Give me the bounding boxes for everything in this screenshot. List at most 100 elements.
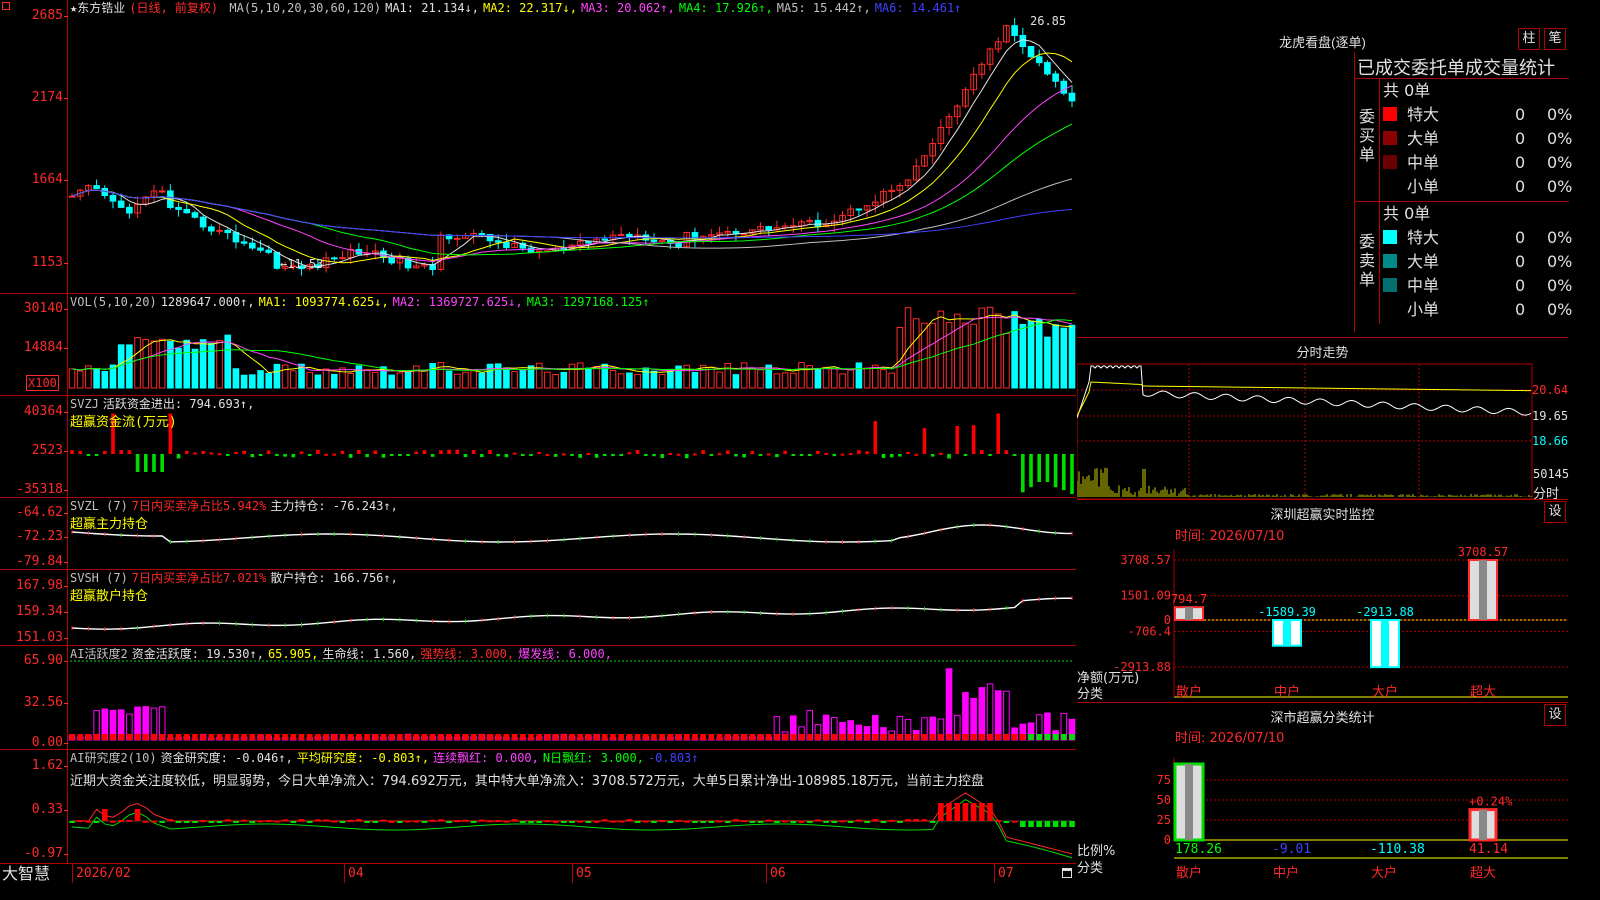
fenshi-panel[interactable]: 分时走势 20.64 19.65 18.66 50145 分时 xyxy=(1077,338,1569,502)
tick-mode-button[interactable]: 笔 xyxy=(1544,28,1566,50)
flow-bar xyxy=(594,454,599,458)
flow-bar xyxy=(832,454,837,457)
bar-mode-button[interactable]: 柱 xyxy=(1518,28,1540,50)
flow-bar xyxy=(807,454,812,456)
svzj-panel[interactable]: 40364 2523 -35318 SVZJ 活跃资金进出: 794.693↑, … xyxy=(0,396,1076,498)
kline-panel[interactable]: 2685 2174 1664 1153 ★东方锆业 (日线, 前复权) MA(5,… xyxy=(0,0,1076,294)
longhu-row: 特大 0 0% xyxy=(1383,103,1572,127)
legend-item: MA5: 15.442↑, xyxy=(776,1,871,15)
flow-bar xyxy=(824,452,828,455)
classify-value: 41.14 xyxy=(1469,842,1508,857)
candle xyxy=(1068,92,1076,102)
life-bar xyxy=(651,734,657,740)
research-bar xyxy=(757,821,764,823)
volume-bar xyxy=(347,372,354,389)
legend-item: 平均研究度: -0.803↑, xyxy=(296,751,430,765)
legend-item: MA2: 1369727.625↓, xyxy=(392,295,523,309)
life-bar xyxy=(151,734,157,740)
volume-bar xyxy=(962,322,969,389)
volume-bar xyxy=(978,307,986,389)
flow-bar xyxy=(1070,454,1074,495)
life-bar xyxy=(290,734,297,740)
classify-extra-label: +0.24% xyxy=(1469,795,1513,809)
candle xyxy=(1044,62,1051,75)
volume-bar xyxy=(290,370,297,389)
life-bar xyxy=(101,734,108,740)
candle xyxy=(249,242,256,249)
fenshi-tick: 20.64 xyxy=(1532,383,1569,397)
life-bar xyxy=(667,734,674,740)
lock-icon[interactable] xyxy=(1062,868,1072,878)
legend-item: SVZJ xyxy=(70,397,99,411)
flow-bar xyxy=(480,454,484,458)
flow-bar xyxy=(488,450,492,454)
research-bar xyxy=(364,821,370,823)
research-bar xyxy=(331,820,338,823)
row-label: 中单 xyxy=(1407,153,1440,172)
life-bar xyxy=(954,734,961,740)
life-bar xyxy=(380,734,387,740)
flow-bar xyxy=(275,454,279,456)
research-bar xyxy=(298,819,305,822)
volume-bar xyxy=(257,370,264,389)
flow-bar xyxy=(627,452,632,455)
fenshi-tick: 18.66 xyxy=(1532,434,1569,448)
monitor-category: 中户 xyxy=(1274,684,1300,700)
monitor-category: 散户 xyxy=(1176,684,1202,700)
row-value: 0 xyxy=(1515,300,1526,319)
color-swatch xyxy=(1383,302,1397,316)
legend-item: AI研究度2(10) xyxy=(70,751,157,765)
life-bar xyxy=(503,734,510,740)
volume-bar xyxy=(126,344,133,389)
ai-activity-panel[interactable]: 65.90 32.56 0.00 AI活跃度2 资金活跃度: 19.530↑, 65… xyxy=(0,646,1076,750)
research-bar xyxy=(142,820,149,823)
low-price-label: ←11.53 xyxy=(280,257,324,271)
life-bar xyxy=(224,734,231,740)
volume-bar xyxy=(1019,323,1027,389)
life-bar xyxy=(438,734,444,740)
research-bar xyxy=(962,803,969,821)
volume-bar xyxy=(1068,324,1076,389)
volume-bar xyxy=(478,372,486,389)
ai-research-panel[interactable]: 1.62 0.33 -0.97 AI研究度2(10) 资金研究度: -0.046↑… xyxy=(0,750,1076,863)
legend-item: MA6: 14.461↑ xyxy=(874,1,962,15)
flow-bar xyxy=(643,454,648,456)
row-pct: 0% xyxy=(1547,177,1573,196)
buy-section: 委买单 共 0单 特大 0 0% 大单 0 0% 中单 0 0% 小单 0 0% xyxy=(1355,79,1573,202)
research-bar xyxy=(847,821,854,823)
life-bar xyxy=(610,734,616,740)
svzl-panel[interactable]: -64.62 -72.23 -79.84 SVZL (7) 7日内买卖净占比5.9… xyxy=(0,498,1076,570)
flow-bar xyxy=(545,453,550,456)
life-bar xyxy=(429,734,436,740)
candle xyxy=(1060,80,1068,94)
life-bar xyxy=(265,734,272,740)
research-bar xyxy=(815,819,821,822)
legend-item: -0.803↑ xyxy=(647,751,699,765)
research-bar xyxy=(577,820,583,823)
candle xyxy=(503,241,510,249)
monitor-value-label: -1589.39 xyxy=(1258,605,1316,619)
flow-bar xyxy=(242,450,246,454)
svsh-panel[interactable]: 167.98 159.34 151.03 SVSH (7) 7日内买卖净占比7.0… xyxy=(0,570,1076,646)
monitor-chart: 3708.571501.090-706.4-2913.88794.7散户-158… xyxy=(1113,545,1568,700)
candle xyxy=(494,240,502,243)
candle xyxy=(158,190,166,193)
volume-bar xyxy=(371,371,379,389)
volume-bar xyxy=(568,363,576,389)
flow-bar xyxy=(881,454,886,458)
classify-panel: 深市超赢分类统计 设 时间: 2026/07/10 75 50 25 0 +0.24% 1… xyxy=(1077,703,1568,882)
volume-panel[interactable]: 30140 14884 X100 VOL(5,10,20) 1289647.000… xyxy=(0,294,1076,396)
research-bar xyxy=(610,820,616,823)
flow-bar xyxy=(299,451,304,454)
flow-bar xyxy=(750,450,755,454)
flow-bar xyxy=(775,454,779,458)
svzj-subtitle: 超赢资金流(万元) xyxy=(70,415,177,430)
volume-bar xyxy=(494,363,502,389)
volume-bar xyxy=(970,323,977,389)
research-bar xyxy=(880,821,887,823)
research-bar xyxy=(1011,820,1018,823)
flow-bar xyxy=(906,451,910,454)
activity-bar xyxy=(970,697,977,741)
research-bar xyxy=(905,819,911,822)
volume-bar xyxy=(658,373,666,389)
